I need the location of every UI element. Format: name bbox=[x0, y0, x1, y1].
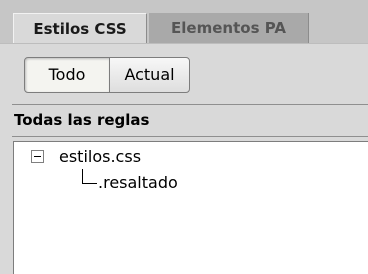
todo-toggle-button[interactable]: Todo bbox=[24, 57, 110, 93]
rules-tree[interactable]: estilos.css .resaltado bbox=[13, 141, 368, 274]
divider bbox=[12, 136, 368, 137]
tree-node-rule[interactable]: .resaltado bbox=[98, 173, 178, 193]
divider bbox=[12, 104, 368, 105]
tree-connector-icon bbox=[82, 169, 97, 184]
tab-bar: Estilos CSS Elementos PA bbox=[0, 0, 368, 44]
tab-elementos-pa[interactable]: Elementos PA bbox=[149, 13, 309, 44]
css-styles-panel: Estilos CSS Elementos PA Todo Actual Tod… bbox=[0, 0, 368, 274]
tab-bar-divider bbox=[0, 43, 368, 44]
tree-node-stylesheet[interactable]: estilos.css bbox=[59, 147, 141, 167]
tab-estilos-css[interactable]: Estilos CSS bbox=[13, 13, 147, 44]
section-title: Todas las reglas bbox=[14, 111, 150, 129]
minus-box-icon[interactable] bbox=[31, 150, 44, 163]
actual-toggle-button[interactable]: Actual bbox=[109, 57, 190, 93]
